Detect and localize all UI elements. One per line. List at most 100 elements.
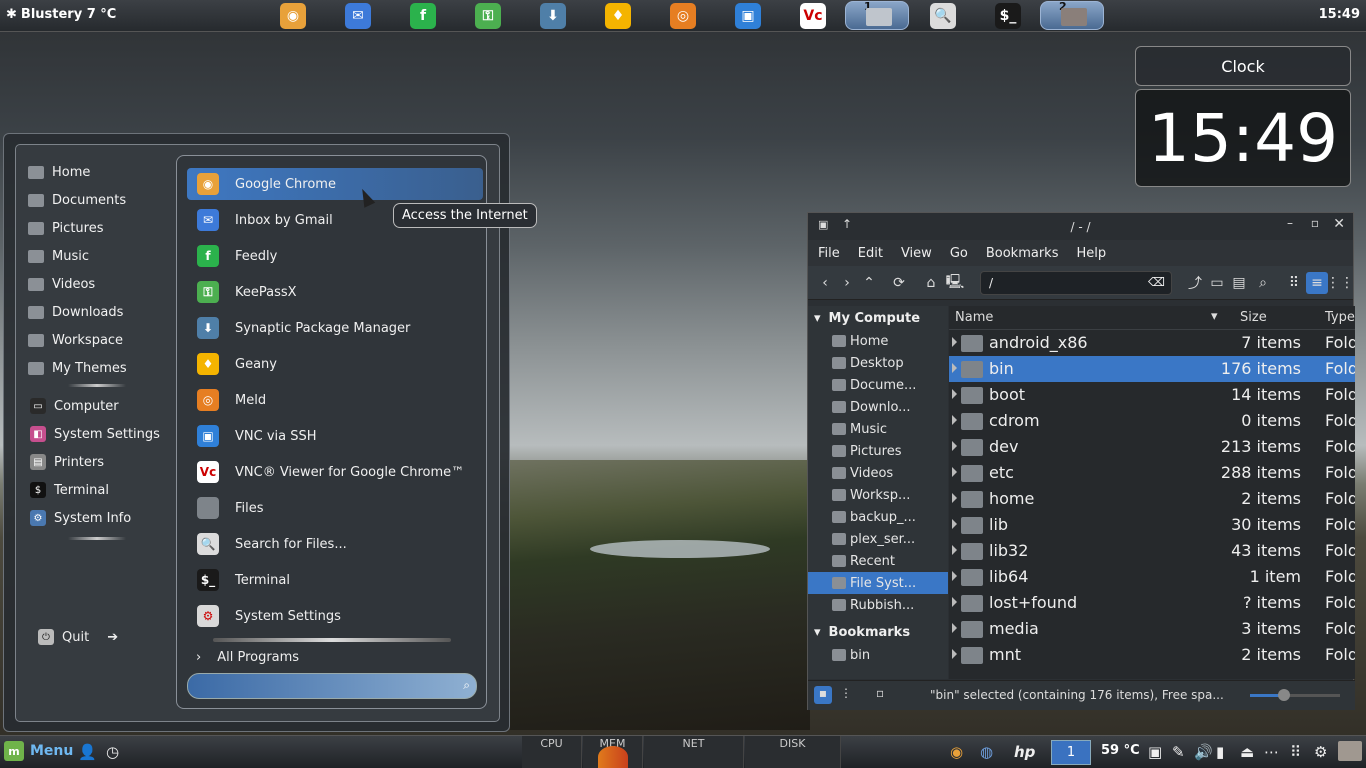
- search-files-launcher-icon[interactable]: 🔍: [930, 3, 956, 29]
- system-item-system-info[interactable]: ⚙ System Info: [30, 504, 180, 532]
- menu-edit[interactable]: Edit: [858, 246, 883, 261]
- sidebar-header-bookmarks[interactable]: ▾ Bookmarks: [808, 620, 948, 644]
- expander-icon[interactable]: [952, 545, 957, 555]
- table-row[interactable]: lib32 43 items Fold: [949, 538, 1355, 564]
- gmail-launcher-icon[interactable]: ✉: [345, 3, 371, 29]
- user-icon[interactable]: 👤: [78, 743, 97, 761]
- app-item-vnc-viewer-for-google-chrome[interactable]: Vc VNC® Viewer for Google Chrome™: [187, 456, 483, 488]
- sidebar-item[interactable]: plex_ser...: [808, 528, 948, 550]
- expander-icon[interactable]: [952, 519, 957, 529]
- weather-applet[interactable]: ✱ Blustery 7 °C: [6, 7, 116, 22]
- sidebar-item[interactable]: File Syst...: [808, 572, 948, 594]
- removable-drive-icon[interactable]: ⏏: [1240, 743, 1254, 761]
- workspace-switcher[interactable]: 1: [1051, 740, 1091, 765]
- quit-button[interactable]: ⏻ Quit ➔: [38, 629, 118, 645]
- place-item-downloads[interactable]: Downloads: [28, 298, 168, 326]
- app-item-geany[interactable]: ♦ Geany: [187, 348, 483, 380]
- place-item-pictures[interactable]: Pictures: [28, 214, 168, 242]
- table-row[interactable]: android_x86 7 items Fold: [949, 330, 1355, 356]
- geany-launcher-icon[interactable]: ♦: [605, 3, 631, 29]
- sidebar-item-bookmark[interactable]: bin: [808, 644, 948, 666]
- table-row[interactable]: dev 213 items Fold: [949, 434, 1355, 460]
- list-view-icon[interactable]: ≡: [1306, 272, 1328, 294]
- menu-file[interactable]: File: [818, 246, 840, 261]
- system-item-computer[interactable]: ▭ Computer: [30, 392, 180, 420]
- sort-arrow-icon[interactable]: ▾: [1211, 309, 1218, 324]
- gear-icon[interactable]: ⚙: [1314, 743, 1327, 761]
- workspace-2-button[interactable]: 2: [1040, 0, 1104, 30]
- sidebar-item[interactable]: Worksp...: [808, 484, 948, 506]
- icon-view-icon[interactable]: ⠿: [1283, 272, 1305, 294]
- table-row[interactable]: bin 176 items Fold: [949, 356, 1355, 382]
- menu-go[interactable]: Go: [950, 246, 968, 261]
- table-row[interactable]: media 3 items Fold: [949, 616, 1355, 642]
- compact-view-icon[interactable]: ⋮⋮: [1326, 272, 1354, 294]
- maximize-icon[interactable]: ▫: [1311, 216, 1319, 230]
- history-icon[interactable]: ◷: [106, 743, 119, 761]
- table-row[interactable]: cdrom 0 items Fold: [949, 408, 1355, 434]
- sidebar-item[interactable]: Rubbish...: [808, 594, 948, 616]
- battery-icon[interactable]: ▮: [1216, 743, 1224, 761]
- table-row[interactable]: lib 30 items Fold: [949, 512, 1355, 538]
- forward-icon[interactable]: ›: [836, 272, 858, 294]
- synaptic-launcher-icon[interactable]: ⬇: [540, 3, 566, 29]
- tree-toggle-icon[interactable]: ⋮: [840, 686, 852, 700]
- table-row[interactable]: etc 288 items Fold: [949, 460, 1355, 486]
- sidebar-item[interactable]: backup_...: [808, 506, 948, 528]
- app-item-feedly[interactable]: f Feedly: [187, 240, 483, 272]
- place-item-my-themes[interactable]: My Themes: [28, 354, 168, 382]
- computer-icon[interactable]: 🖳: [944, 272, 966, 294]
- back-icon[interactable]: ‹: [814, 272, 836, 294]
- expander-icon[interactable]: [952, 389, 957, 399]
- menu-search-input[interactable]: ⌕: [187, 673, 477, 699]
- expander-icon[interactable]: [952, 441, 957, 451]
- sidebar-header-computer[interactable]: ▾ My Compute: [808, 306, 948, 330]
- expander-icon[interactable]: [952, 493, 957, 503]
- chrome-launcher-icon[interactable]: ◉: [280, 3, 306, 29]
- menu-help[interactable]: Help: [1076, 246, 1106, 261]
- column-size[interactable]: Size: [1240, 310, 1267, 325]
- table-row[interactable]: lost+found ? items Fold: [949, 590, 1355, 616]
- table-row[interactable]: home 2 items Fold: [949, 486, 1355, 512]
- column-type[interactable]: Type: [1325, 310, 1355, 325]
- app-item-keepassx[interactable]: ⚿ KeePassX: [187, 276, 483, 308]
- zoom-slider-handle[interactable]: [1278, 689, 1290, 701]
- feedly-launcher-icon[interactable]: f: [410, 3, 436, 29]
- place-item-home[interactable]: Home: [28, 158, 168, 186]
- sidebar-item[interactable]: Recent: [808, 550, 948, 572]
- system-item-printers[interactable]: ▤ Printers: [30, 448, 180, 476]
- close-icon[interactable]: ✕: [1333, 216, 1345, 232]
- pen-icon[interactable]: ✎: [1172, 743, 1185, 761]
- zoom-slider[interactable]: [1250, 689, 1340, 701]
- sidebar-item[interactable]: Downlo...: [808, 396, 948, 418]
- more-icon[interactable]: ⋯: [1264, 743, 1279, 761]
- app-item-vnc-via-ssh[interactable]: ▣ VNC via SSH: [187, 420, 483, 452]
- sidebar-item[interactable]: Videos: [808, 462, 948, 484]
- expander-icon[interactable]: [952, 571, 957, 581]
- system-item-terminal[interactable]: $ Terminal: [30, 476, 180, 504]
- home-icon[interactable]: ⌂: [920, 272, 942, 294]
- sleep-icon[interactable]: ▣: [1148, 743, 1162, 761]
- sidebar-item[interactable]: Home: [808, 330, 948, 352]
- panel-clock[interactable]: 15:49: [1319, 7, 1360, 22]
- app-item-synaptic-package-manager[interactable]: ⬇ Synaptic Package Manager: [187, 312, 483, 344]
- place-item-videos[interactable]: Videos: [28, 270, 168, 298]
- clear-icon[interactable]: ⌫: [1148, 275, 1165, 289]
- up-icon[interactable]: ⌃: [858, 272, 880, 294]
- app-item-terminal[interactable]: $_ Terminal: [187, 564, 483, 596]
- grid-icon[interactable]: ⠿: [1290, 743, 1301, 761]
- table-row[interactable]: boot 14 items Fold: [949, 382, 1355, 408]
- terminal-icon[interactable]: ▭: [1206, 272, 1228, 294]
- system-item-system-settings[interactable]: ◧ System Settings: [30, 420, 180, 448]
- expander-icon[interactable]: [952, 337, 957, 347]
- table-row[interactable]: lib64 1 item Fold: [949, 564, 1355, 590]
- column-name[interactable]: Name: [955, 310, 993, 325]
- favorites-scrollbar[interactable]: [213, 638, 451, 642]
- sidebar-item[interactable]: Pictures: [808, 440, 948, 462]
- menu-bookmarks[interactable]: Bookmarks: [986, 246, 1059, 261]
- network-globe-icon[interactable]: ◍: [980, 743, 993, 761]
- reload-icon[interactable]: ⟳: [888, 272, 910, 294]
- app-item-files[interactable]: Files: [187, 492, 483, 524]
- location-input[interactable]: / ⌫: [980, 271, 1172, 295]
- window-titlebar[interactable]: ▣ ↑ / - / – ▫ ✕: [808, 213, 1353, 240]
